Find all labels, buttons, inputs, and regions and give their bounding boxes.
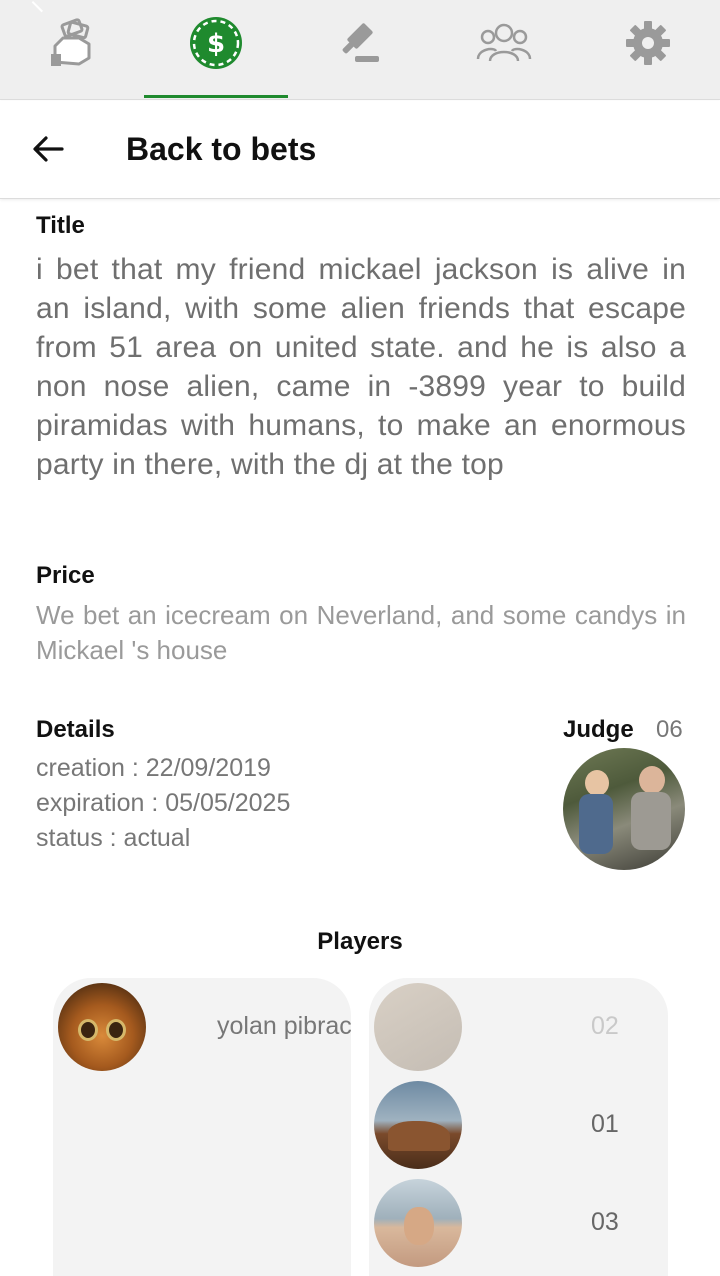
- tab-bets-hand[interactable]: [0, 0, 144, 100]
- active-tab-indicator: [144, 95, 288, 98]
- price-label: Price: [36, 562, 95, 589]
- title-label: Title: [36, 212, 85, 239]
- bet-title-text: i bet that my friend mickael jackson is …: [36, 253, 686, 481]
- judge-count: 06: [656, 716, 683, 743]
- money-hand-icon: [49, 18, 95, 72]
- dollar-chip-icon: $: [189, 16, 243, 74]
- avatar-eye: [106, 1019, 126, 1041]
- player-name: yolan pibrac: [217, 1012, 351, 1040]
- gear-icon: [625, 20, 671, 70]
- avatar-photo-figure: [631, 792, 671, 850]
- avatar-photo-detail: [404, 1207, 434, 1245]
- page-header: Back to bets: [0, 101, 720, 199]
- tab-judge[interactable]: [288, 0, 432, 100]
- voter-count: 01: [591, 1110, 619, 1138]
- voter-avatar[interactable]: [374, 1081, 462, 1169]
- avatar-photo-figure: [639, 766, 665, 794]
- players-label: Players: [317, 928, 403, 955]
- judge-label: Judge: [563, 716, 634, 743]
- details-label: Details: [36, 716, 115, 743]
- voter-count: 03: [591, 1208, 619, 1236]
- voters-card[interactable]: 02 01 03: [369, 978, 668, 1276]
- judge-avatar[interactable]: [563, 748, 685, 870]
- player-card[interactable]: yolan pibrac: [53, 978, 351, 1276]
- back-button[interactable]: [28, 131, 68, 171]
- gavel-icon: [337, 20, 383, 70]
- avatar-eye: [78, 1019, 98, 1041]
- svg-text:$: $: [207, 29, 225, 59]
- avatar-photo-figure: [585, 770, 609, 796]
- voter-avatar[interactable]: [374, 1179, 462, 1267]
- arrow-left-icon: [32, 135, 64, 167]
- group-icon: [476, 21, 532, 69]
- avatar-photo-figure: [579, 794, 613, 854]
- top-tab-bar: $: [0, 0, 720, 100]
- tab-bets[interactable]: $: [144, 0, 288, 100]
- voter-count: 02: [591, 1012, 619, 1040]
- bet-status: status : actual: [36, 824, 191, 852]
- avatar-photo-detail: [388, 1121, 450, 1151]
- bet-price-text: We bet an icecream on Neverland, and som…: [36, 600, 686, 665]
- tab-settings[interactable]: [576, 0, 720, 100]
- voter-avatar[interactable]: [374, 983, 462, 1071]
- player-avatar[interactable]: [58, 983, 146, 1071]
- page-title[interactable]: Back to bets: [126, 131, 316, 168]
- creation-date: creation : 22/09/2019: [36, 754, 271, 782]
- expiration-date: expiration : 05/05/2025: [36, 789, 291, 817]
- tab-friends[interactable]: [432, 0, 576, 100]
